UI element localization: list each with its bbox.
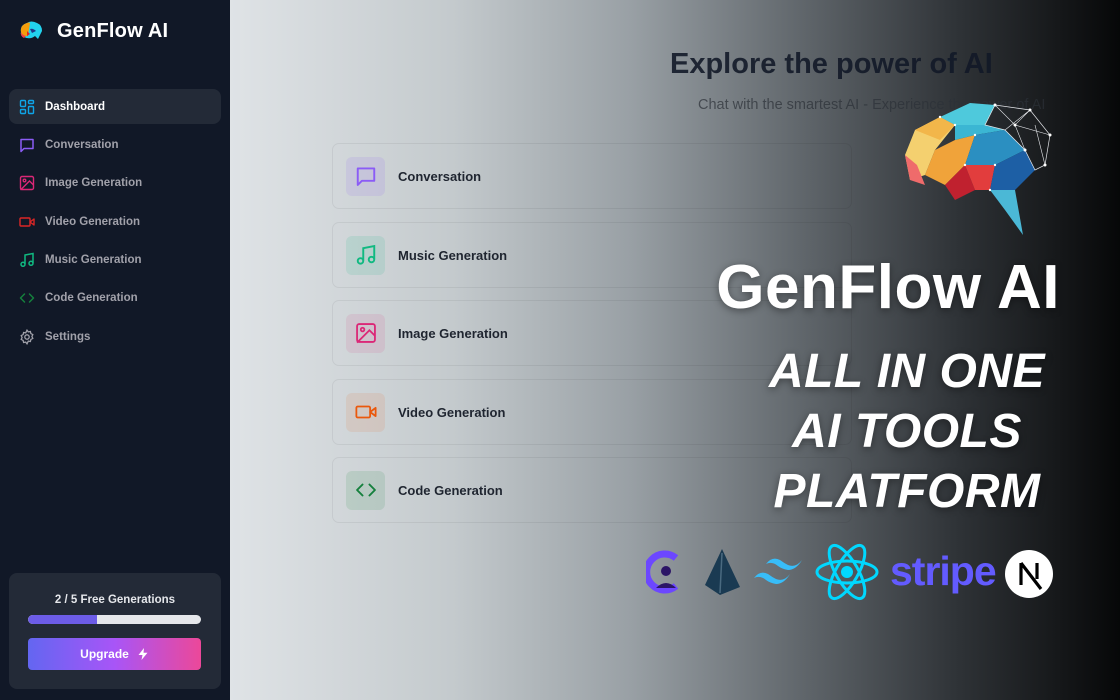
tool-icon-box [346,392,385,432]
tool-card-conversation[interactable]: Conversation [332,143,852,209]
page-title: Explore the power of AI [670,48,993,80]
sidebar-item-code-generation[interactable]: Code Generation [9,281,221,316]
free-generations-progress [28,615,201,624]
tool-icon-box [346,156,385,196]
tool-icon-box [346,470,385,510]
tool-icon-box [346,313,385,353]
react-logo-icon [815,543,879,601]
brain-illustration-icon [905,103,1052,235]
tool-label: Conversation [398,168,482,184]
message-square-icon [19,137,35,153]
upgrade-button[interactable]: Upgrade [28,638,201,670]
image-icon [355,323,376,344]
sidebar-item-label: Code Generation [45,292,138,305]
sidebar-item-dashboard[interactable]: Dashboard [9,89,221,124]
sidebar-item-label: Dashboard [45,100,106,113]
free-generations-card: 2 / 5 Free Generations Upgrade [9,573,221,689]
sidebar-item-label: Video Generation [45,215,141,228]
code-icon [19,290,35,306]
tool-label: Music Generation [398,247,508,263]
sidebar-item-music-generation[interactable]: Music Generation [9,243,221,278]
tailwind-logo-icon [754,558,802,584]
sidebar-item-conversation[interactable]: Conversation [9,127,221,162]
zap-icon [138,648,148,660]
free-generations-count: 2 / 5 Free Generations [54,594,176,606]
app-logo[interactable]: GenFlow AI [18,19,168,43]
settings-gear-icon [19,328,35,345]
sidebar-item-label: Settings [45,330,91,343]
code-icon [355,483,376,497]
dashboard-grid-icon [19,99,35,115]
promo-title: GenFlow AI [716,253,1060,322]
video-icon [19,214,35,230]
promo-tagline-line-2: AI TOOLS [792,405,1022,458]
sidebar-item-label: Image Generation [45,177,143,190]
music-icon [19,252,35,268]
clerk-logo-icon [646,550,679,594]
video-icon [354,405,377,419]
promo-tagline-line-3: PLATFORM [773,465,1041,518]
tool-icon-box [346,235,385,275]
tool-label: Video Generation [398,404,506,420]
sidebar: GenFlow AI Dashboard Conversation Image … [0,0,230,700]
tool-label: Image Generation [398,325,508,341]
message-square-icon [356,167,375,186]
tool-label: Code Generation [398,482,503,498]
image-icon [19,175,35,191]
stripe-logo: stripe [890,548,997,594]
sidebar-nav: Dashboard Conversation Image Generation [9,89,221,358]
promo-tagline-line-1: ALL IN ONE [768,345,1046,398]
brain-logo-icon [20,21,42,39]
sidebar-item-video-generation[interactable]: Video Generation [9,204,221,239]
nextjs-logo-icon [1005,550,1053,598]
prisma-logo-icon [705,549,740,595]
sidebar-item-label: Music Generation [45,254,142,267]
sidebar-item-label: Conversation [45,138,119,151]
sidebar-item-image-generation[interactable]: Image Generation [9,166,221,201]
sidebar-item-settings[interactable]: Settings [9,319,221,354]
progress-fill [28,615,98,624]
music-icon [356,244,375,265]
upgrade-button-label: Upgrade [80,647,129,661]
app-name: GenFlow AI [57,19,169,42]
